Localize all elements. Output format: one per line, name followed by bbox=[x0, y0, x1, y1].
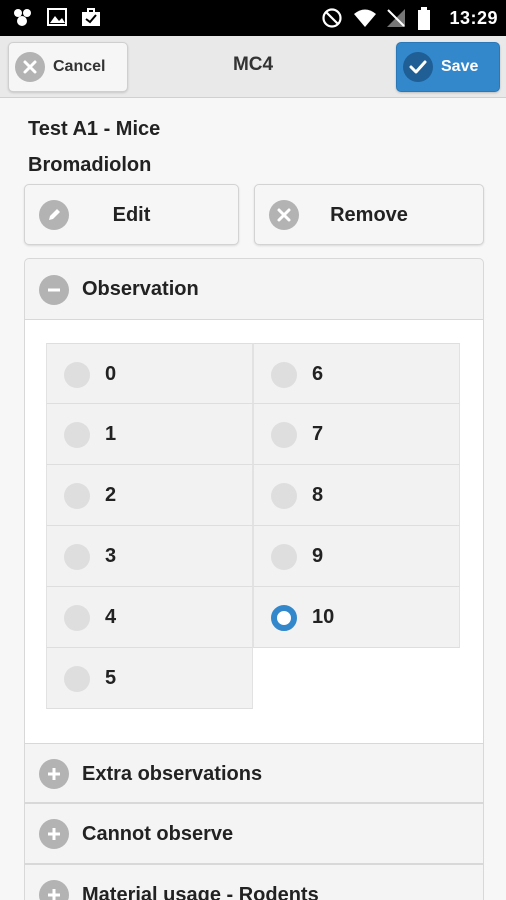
app-icon bbox=[12, 6, 34, 28]
radio-button[interactable] bbox=[64, 362, 90, 388]
radio-option-4[interactable]: 4 bbox=[46, 587, 253, 648]
radio-option-9[interactable]: 9 bbox=[253, 526, 460, 587]
plus-icon bbox=[39, 759, 69, 789]
plus-icon bbox=[39, 819, 69, 849]
material-usage-label: Material usage - Rodents bbox=[82, 884, 319, 900]
clock: 13:29 bbox=[449, 7, 498, 28]
wifi-icon bbox=[353, 7, 377, 29]
radio-option-7[interactable]: 7 bbox=[253, 404, 460, 465]
do-not-disturb-icon bbox=[321, 7, 343, 29]
observation-options-left: 0 1 2 3 4 5 bbox=[46, 343, 253, 709]
edit-button[interactable]: Edit bbox=[24, 184, 239, 245]
edit-label: Edit bbox=[112, 204, 151, 226]
cannot-observe-label: Cannot observe bbox=[82, 823, 234, 845]
radio-label: 5 bbox=[105, 667, 117, 689]
remove-button[interactable]: Remove bbox=[254, 184, 484, 245]
battery-icon bbox=[417, 7, 439, 30]
save-button[interactable]: Save bbox=[396, 42, 500, 92]
radio-label: 1 bbox=[105, 423, 117, 445]
radio-option-3[interactable]: 3 bbox=[46, 526, 253, 587]
radio-option-8[interactable]: 8 bbox=[253, 465, 460, 526]
extra-observations-collapsible[interactable]: Extra observations bbox=[24, 743, 484, 803]
radio-label: 8 bbox=[312, 484, 324, 506]
no-signal-icon bbox=[385, 7, 407, 29]
header-bar: Cancel MC4 Save bbox=[0, 36, 506, 98]
radio-label: 10 bbox=[312, 606, 335, 628]
radio-label: 9 bbox=[312, 545, 324, 567]
save-label: Save bbox=[441, 58, 479, 75]
cannot-observe-collapsible[interactable]: Cannot observe bbox=[24, 803, 484, 864]
radio-label: 6 bbox=[312, 363, 324, 385]
extra-observations-label: Extra observations bbox=[82, 763, 263, 785]
check-icon bbox=[403, 52, 433, 82]
radio-button[interactable] bbox=[64, 605, 90, 631]
radio-option-5[interactable]: 5 bbox=[46, 648, 253, 709]
image-icon bbox=[46, 6, 68, 28]
radio-label: 4 bbox=[105, 606, 117, 628]
radio-option-2[interactable]: 2 bbox=[46, 465, 253, 526]
remove-label: Remove bbox=[330, 204, 408, 226]
radio-label: 2 bbox=[105, 484, 117, 506]
bait-name: Bromadiolon bbox=[28, 154, 152, 176]
radio-button[interactable] bbox=[271, 544, 297, 570]
radio-label: 7 bbox=[312, 423, 324, 445]
minus-icon bbox=[39, 275, 69, 305]
radio-option-0[interactable]: 0 bbox=[46, 343, 253, 404]
radio-button[interactable] bbox=[64, 422, 90, 448]
radio-button-selected[interactable] bbox=[271, 605, 297, 631]
radio-label: 3 bbox=[105, 545, 117, 567]
plus-icon bbox=[39, 880, 69, 900]
radio-button[interactable] bbox=[64, 666, 90, 692]
observation-collapsible-header[interactable]: Observation bbox=[24, 258, 484, 320]
observation-title: Observation bbox=[82, 278, 199, 300]
material-usage-collapsible[interactable]: Material usage - Rodents bbox=[24, 864, 484, 900]
observation-options-right: 6 7 8 9 10 bbox=[253, 343, 460, 648]
radio-button[interactable] bbox=[271, 362, 297, 388]
radio-button[interactable] bbox=[64, 544, 90, 570]
briefcase-check-icon bbox=[80, 6, 102, 28]
radio-option-6[interactable]: 6 bbox=[253, 343, 460, 404]
radio-button[interactable] bbox=[271, 483, 297, 509]
radio-button[interactable] bbox=[64, 483, 90, 509]
trap-name: Test A1 - Mice bbox=[28, 118, 161, 140]
radio-button[interactable] bbox=[271, 422, 297, 448]
radio-label: 0 bbox=[105, 363, 117, 385]
status-bar: 13:29 bbox=[0, 0, 506, 36]
radio-option-10[interactable]: 10 bbox=[253, 587, 460, 648]
radio-option-1[interactable]: 1 bbox=[46, 404, 253, 465]
